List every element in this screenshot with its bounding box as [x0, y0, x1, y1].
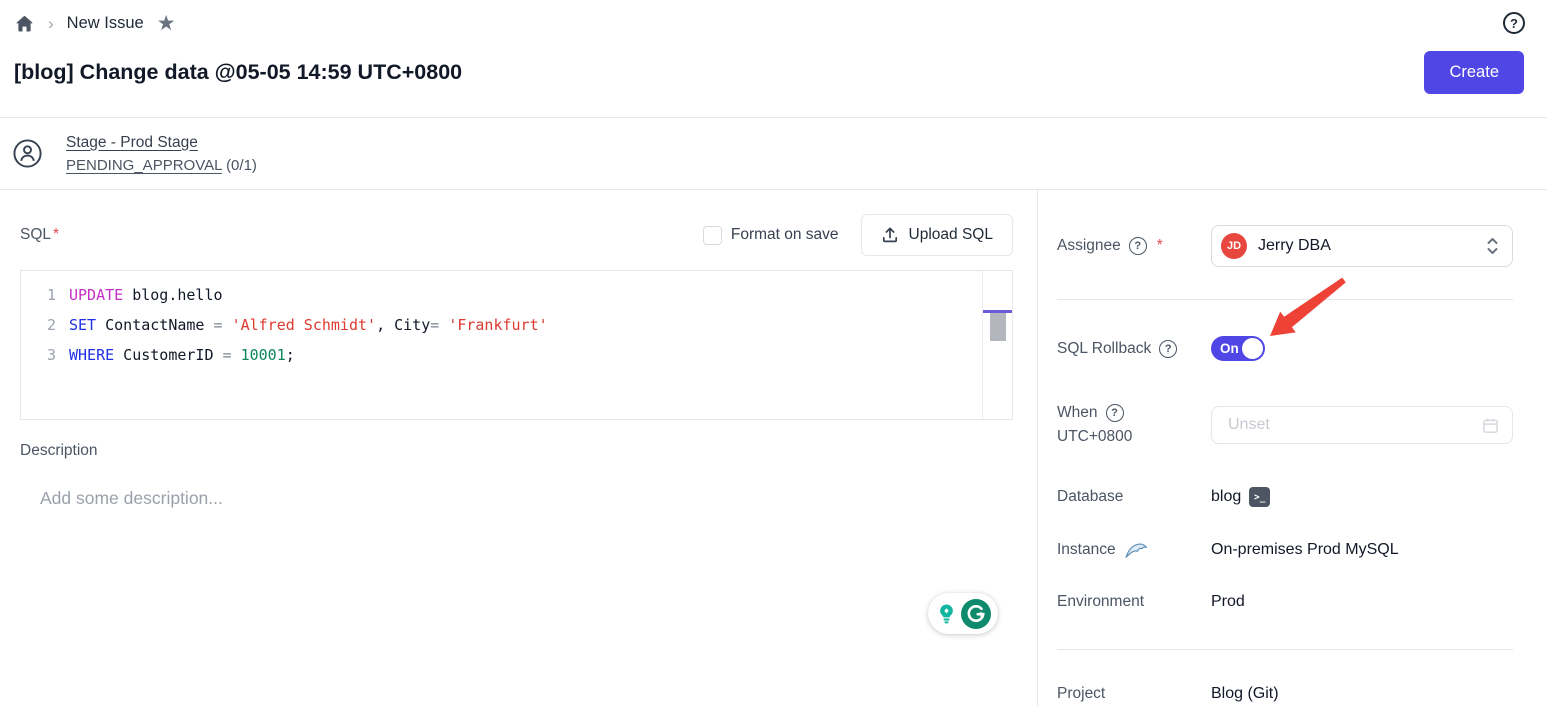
database-value: blog [1211, 488, 1241, 506]
create-button[interactable]: Create [1424, 51, 1524, 94]
sidebar-divider [1057, 299, 1513, 300]
project-label: Project [1057, 685, 1211, 703]
grammarly-widget [928, 593, 998, 634]
when-datetime-input[interactable] [1211, 406, 1513, 444]
stage-progress: (0/1) [226, 157, 257, 174]
stage-section: Stage - Prod Stage PENDING_APPROVAL (0/1… [0, 118, 1547, 190]
sidebar-divider [1057, 649, 1513, 650]
favorite-star-icon[interactable]: ★ [157, 13, 176, 34]
breadcrumb: › New Issue ★ ? [0, 0, 1547, 38]
stage-status-link[interactable]: PENDING_APPROVAL [66, 157, 222, 174]
help-icon[interactable]: ? [1503, 12, 1525, 34]
project-row: Project Blog (Git) [1057, 685, 1513, 703]
editor-minimap [982, 271, 1012, 419]
environment-row: Environment Prod [1057, 593, 1513, 611]
breadcrumb-page: New Issue [67, 14, 144, 33]
home-icon[interactable] [14, 13, 35, 34]
environment-value: Prod [1211, 593, 1245, 611]
when-row: When? UTC+0800 [1057, 401, 1513, 449]
toggle-state-label: On [1220, 341, 1239, 356]
assignee-label: Assignee ? * [1057, 237, 1211, 255]
page-title: [blog] Change data @05-05 14:59 UTC+0800 [14, 60, 462, 85]
environment-label: Environment [1057, 593, 1211, 611]
main-column: SQL* Format on save Upload SQL 1 2 3 [0, 190, 1037, 706]
sql-rollback-help-icon[interactable]: ? [1159, 340, 1177, 358]
chevron-right-icon: › [48, 15, 54, 32]
database-row: Database blog >_ [1057, 487, 1513, 507]
sql-rollback-label: SQL Rollback ? [1057, 340, 1211, 358]
editor-code: UPDATE blog.hello SET ContactName = 'Alf… [69, 280, 1012, 419]
assignee-help-icon[interactable]: ? [1129, 237, 1147, 255]
sql-editor[interactable]: 1 2 3 UPDATE blog.hello SET ContactName … [20, 270, 1013, 420]
assignee-row: Assignee ? * JD Jerry DBA [1057, 225, 1513, 267]
required-mark: * [53, 226, 59, 243]
stage-link[interactable]: Stage - Prod Stage [66, 134, 257, 152]
instance-row: Instance On-premises Prod MySQL [1057, 540, 1513, 560]
sql-rollback-row: SQL Rollback ? On [1057, 336, 1513, 361]
database-label: Database [1057, 488, 1211, 506]
code-line: WHERE CustomerID = 10001; [69, 340, 1012, 370]
sql-console-icon[interactable]: >_ [1249, 487, 1270, 507]
editor-line-numbers: 1 2 3 [21, 280, 69, 419]
assignee-select[interactable]: JD Jerry DBA [1211, 225, 1513, 267]
when-input-field[interactable] [1226, 415, 1481, 435]
assignee-value: Jerry DBA [1258, 237, 1485, 255]
issue-sidebar: Assignee ? * JD Jerry DBA SQL Rollback ? [1037, 190, 1547, 706]
when-help-icon[interactable]: ? [1106, 404, 1124, 422]
calendar-icon [1481, 416, 1500, 435]
assignee-required-mark: * [1157, 237, 1163, 255]
instance-value: On-premises Prod MySQL [1211, 541, 1399, 559]
when-label: When? UTC+0800 [1057, 401, 1211, 449]
editor-scrollbar-thumb[interactable] [990, 313, 1006, 341]
grammarly-icon[interactable] [961, 599, 991, 629]
format-on-save-label: Format on save [731, 226, 839, 244]
project-value: Blog (Git) [1211, 685, 1279, 703]
code-line: SET ContactName = 'Alfred Schmidt', City… [69, 310, 1012, 340]
toggle-knob [1242, 338, 1263, 359]
approver-person-icon [12, 138, 43, 169]
instance-label: Instance [1057, 540, 1211, 560]
upload-sql-button[interactable]: Upload SQL [861, 214, 1013, 256]
format-on-save-checkbox[interactable] [703, 226, 722, 245]
select-chevrons-icon [1485, 235, 1500, 257]
when-timezone: UTC+0800 [1057, 428, 1132, 445]
code-line: UPDATE blog.hello [69, 280, 1012, 310]
title-row: [blog] Change data @05-05 14:59 UTC+0800… [0, 38, 1547, 118]
description-input[interactable]: Add some description... [40, 488, 1013, 509]
sql-label: SQL* [20, 226, 59, 244]
upload-icon [881, 226, 899, 244]
description-label: Description [20, 442, 1013, 460]
suggestion-bulb-icon[interactable] [935, 602, 958, 625]
sql-rollback-toggle[interactable]: On [1211, 336, 1265, 361]
mysql-dolphin-icon [1124, 540, 1148, 560]
assignee-avatar: JD [1221, 233, 1247, 259]
